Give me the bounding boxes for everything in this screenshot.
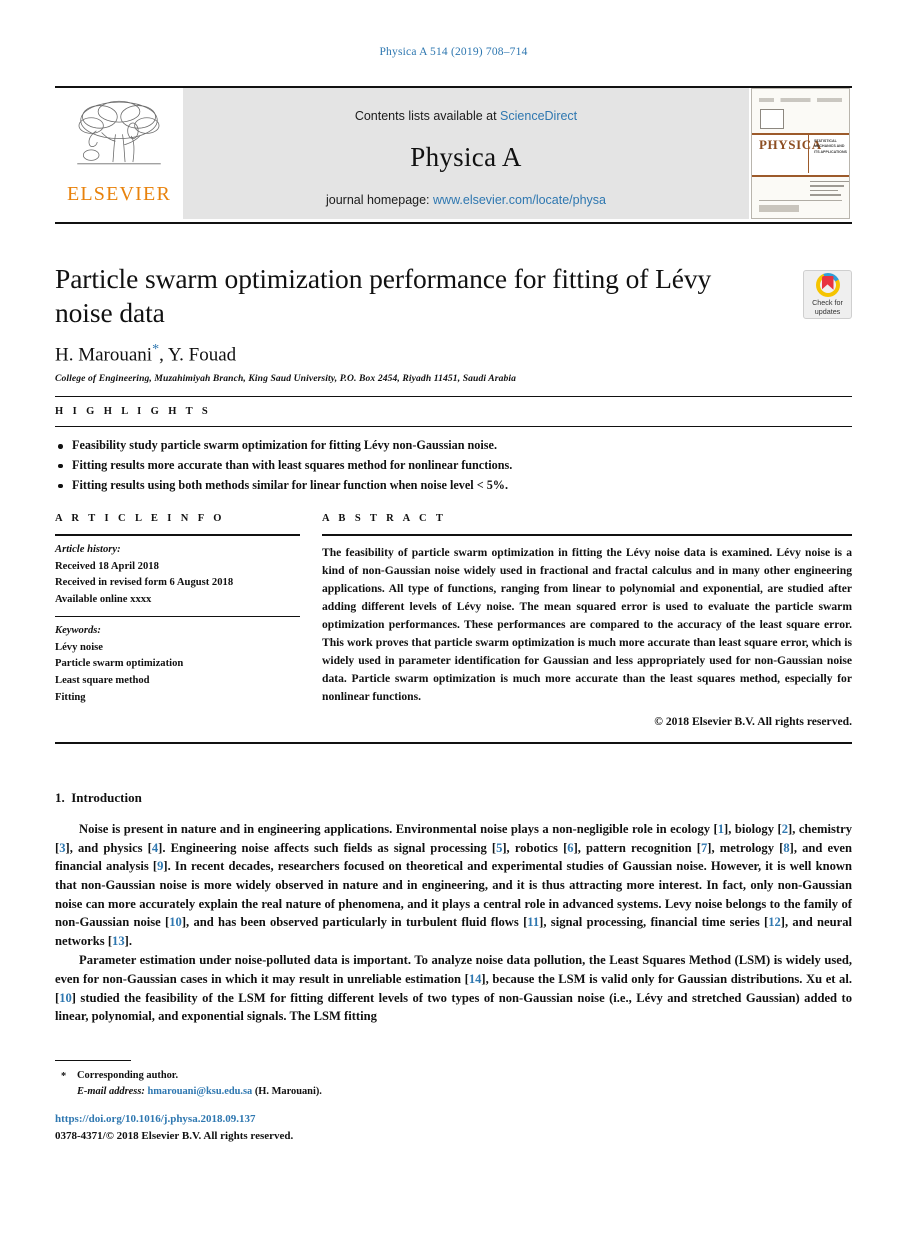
elsevier-logo: ELSEVIER (55, 88, 183, 219)
article-history-label: Article history: (55, 544, 121, 555)
footnote-block: * Corresponding author. E-mail address: h… (55, 1060, 475, 1100)
text-run: ]. Engineering noise affects such fields… (158, 840, 497, 855)
abstract-copyright: © 2018 Elsevier B.V. All rights reserved… (654, 714, 852, 728)
text-run: ], pattern recognition [ (573, 840, 701, 855)
elsevier-wordmark: ELSEVIER (66, 183, 172, 205)
text-run: Noise is present in nature and in engine… (79, 822, 718, 836)
cover-header-rule (759, 98, 842, 102)
corresponding-author-text: Corresponding author. (77, 1070, 179, 1081)
author-primary: H. Marouani (55, 344, 153, 366)
journal-homepage-link[interactable]: www.elsevier.com/locate/physa (433, 193, 606, 207)
cover-journal-title: PHYSICA (759, 137, 822, 152)
text-run: ], robotics [ (502, 840, 568, 855)
paragraph-1: Noise is present in nature and in engine… (55, 820, 852, 950)
article-history-revised: Received in revised form 6 August 2018 (55, 577, 234, 589)
highlights-section: H I G H L I G H T S Feasibility study pa… (55, 396, 852, 495)
contents-prefix: Contents lists available at (354, 108, 501, 123)
running-head: Physica A 514 (2019) 708–714 (379, 46, 528, 58)
text-run: ]. (124, 933, 132, 948)
crossmark-label-line2: updates (814, 306, 841, 316)
cover-publisher-mark (760, 109, 784, 129)
email-link[interactable]: hmarouani@ksu.edu.sa (147, 1086, 252, 1097)
abstract-bottom-rule (55, 742, 852, 744)
list-item: Fitting results using both methods simil… (55, 476, 852, 496)
article-info-heading: A R T I C L E I N F O (55, 513, 225, 524)
article-history-online: Available online xxxx (55, 594, 152, 606)
text-run: ], biology [ (724, 822, 782, 836)
crossmark-label: Check for updates (812, 298, 843, 317)
highlights-heading: H I G H L I G H T S (55, 406, 212, 417)
title-block: Particle swarm optimization performance … (55, 262, 852, 384)
text-run: ], and has been observed particularly in… (181, 915, 528, 930)
paper-page: Physica A 514 (2019) 708–714 ELSEVIER Co… (0, 0, 907, 1238)
author-list: H. Marouani*, Y. Fouad (55, 342, 852, 366)
keywords-block: Keywords: Lévy noise Particle swarm opti… (55, 617, 300, 707)
contents-available-line: Contents lists available at ScienceDirec… (355, 109, 577, 123)
footnote-star-icon: * (61, 1071, 67, 1082)
list-item: Feasibility study particle swarm optimiz… (55, 436, 852, 456)
paragraph-2: Parameter estimation under noise-pollute… (55, 951, 852, 1026)
citation-link[interactable]: 13 (112, 934, 125, 948)
text-run: ], and physics [ (65, 840, 152, 855)
masthead-bottom-rule (55, 222, 852, 224)
keywords-label: Keywords: (55, 624, 101, 636)
keyword-item: Fitting (55, 691, 86, 703)
journal-cover-thumbnail: PHYSICA STATISTICAL MECHANICS AND ITS AP… (749, 88, 852, 219)
cover-journal-subtitle: STATISTICAL MECHANICS AND ITS APPLICATIO… (814, 139, 847, 154)
highlights-list: Feasibility study particle swarm optimiz… (55, 427, 852, 495)
text-run: ], signal processing, financial time ser… (539, 915, 769, 930)
citation-link[interactable]: 10 (59, 991, 72, 1005)
keyword-item: Lévy noise (55, 641, 103, 653)
citation-link[interactable]: 10 (169, 915, 182, 929)
section-title: Introduction (71, 790, 142, 805)
citation-link[interactable]: 11 (527, 915, 539, 929)
affiliation: College of Engineering, Muzahimiyah Bran… (55, 373, 517, 385)
article-info-column: A R T I C L E I N F O Article history: R… (55, 513, 300, 728)
abstract-column: A B S T R A C T The feasibility of parti… (322, 513, 852, 728)
keyword-item: Particle swarm optimization (55, 658, 184, 670)
text-run: ] studied the feasibility of the LSM for… (55, 990, 852, 1024)
abstract-heading: A B S T R A C T (322, 513, 447, 524)
keyword-item: Least square method (55, 675, 150, 687)
footnote-rule (55, 1060, 131, 1061)
article-history-block: Article history: Received 18 April 2018 … (55, 536, 300, 616)
journal-title: Physica A (410, 141, 522, 172)
author-secondary: , Y. Fouad (159, 344, 237, 366)
journal-masthead: ELSEVIER Contents lists available at Sci… (55, 86, 852, 219)
cover-footer-rule (759, 200, 842, 211)
masthead-center: Contents lists available at ScienceDirec… (183, 88, 749, 219)
email-note: E-mail address: hmarouani@ksu.edu.sa (H.… (55, 1084, 475, 1100)
corresponding-author-note: * Corresponding author. (55, 1068, 475, 1084)
section-heading-introduction: 1. Introduction (55, 790, 852, 806)
homepage-prefix: journal homepage: (325, 192, 434, 207)
article-history-received: Received 18 April 2018 (55, 560, 159, 572)
citation-link[interactable]: 12 (768, 915, 781, 929)
text-run: ], metrology [ (707, 840, 784, 855)
cover-text-lines (810, 181, 849, 199)
issn-copyright-line: 0378-4371/© 2018 Elsevier B.V. All right… (55, 1130, 294, 1142)
section-number: 1. (55, 790, 65, 805)
column-gap (300, 513, 322, 728)
page-title: Particle swarm optimization performance … (55, 263, 712, 328)
doi-link[interactable]: https://doi.org/10.1016/j.physa.2018.09.… (55, 1113, 255, 1125)
list-item: Fitting results more accurate than with … (55, 456, 852, 476)
crossmark-icon (815, 272, 840, 297)
sciencedirect-link[interactable]: ScienceDirect (500, 109, 577, 123)
journal-homepage-line: journal homepage: www.elsevier.com/locat… (326, 193, 606, 207)
email-owner: (H. Marouani). (254, 1086, 322, 1098)
email-label: E-mail address: (77, 1086, 145, 1098)
elsevier-tree-icon (77, 100, 161, 165)
citation-link[interactable]: 14 (469, 972, 482, 986)
abstract-text: The feasibility of particle swarm optimi… (322, 546, 852, 703)
crossmark-badge[interactable]: Check for updates (803, 270, 852, 319)
info-abstract-area: A R T I C L E I N F O Article history: R… (55, 513, 852, 728)
article-body: 1. Introduction Noise is present in natu… (55, 790, 852, 1027)
